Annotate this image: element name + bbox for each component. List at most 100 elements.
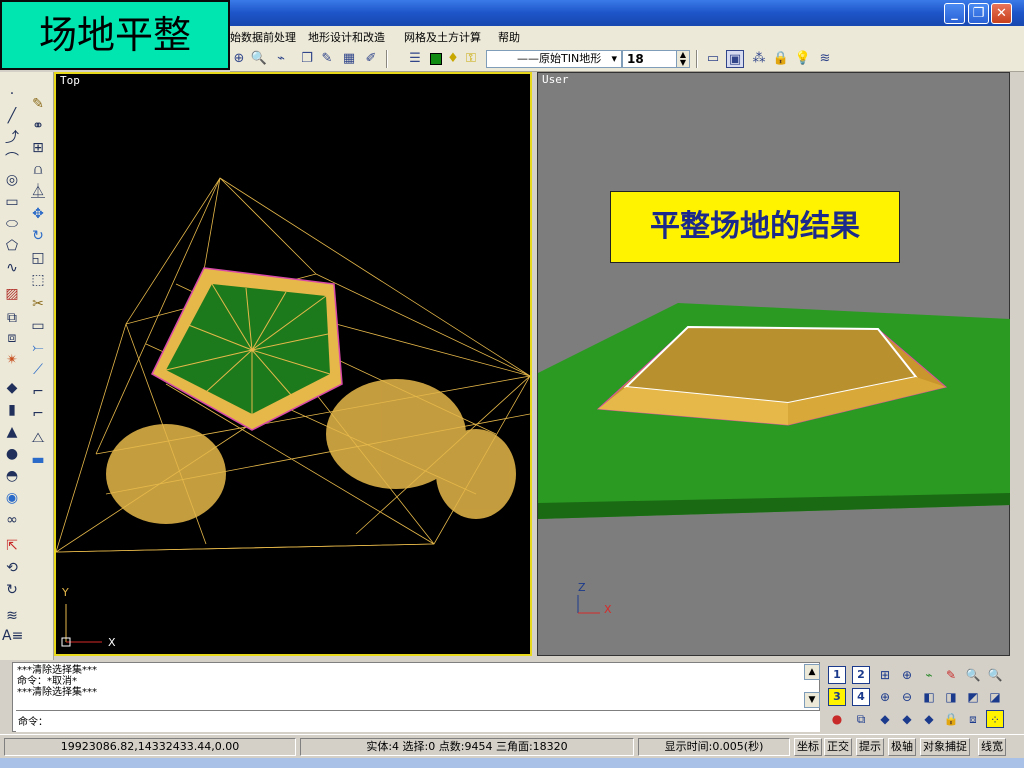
lock-icon[interactable]: 🔒 [772,50,790,68]
group-icon[interactable]: ⁂ [750,50,768,68]
polyline-icon[interactable]: ⤴ [2,128,22,148]
zoom-extents-icon[interactable]: 🔍 [964,666,982,684]
stretch-icon[interactable]: ⬚ [28,270,48,290]
cube-ne-icon[interactable]: ◆ [920,710,938,728]
arc-icon[interactable]: ⌒ [2,150,22,170]
spline-icon[interactable]: ∿ [2,258,22,278]
layer-icon[interactable]: ⧈ [964,710,982,728]
zoom-realtime-icon[interactable]: ⊕ [230,50,248,68]
command-input[interactable]: 命令： [16,710,820,732]
move-icon[interactable]: ✥ [28,204,48,224]
revolve-icon[interactable]: ⟲ [2,558,22,578]
insert-icon[interactable]: ⧈ [2,328,22,348]
toggle-ortho[interactable]: 正交 [824,738,852,756]
fillet-icon[interactable]: ⌐ [28,404,48,424]
scroll-up-button[interactable]: ▲ [804,664,820,680]
toggle-lineweight[interactable]: 线宽 [978,738,1006,756]
cube-sw-icon[interactable]: ◆ [876,710,894,728]
copy-icon[interactable]: ❐ [298,50,316,68]
mirror-icon[interactable]: ⏅ [28,182,48,202]
text-size-spinner[interactable]: ▲ ▼ [676,50,690,68]
cone-icon[interactable]: ▲ [2,422,22,442]
zoom-out-icon[interactable]: ⊖ [898,688,916,706]
copy-object-icon[interactable]: ⚭ [28,116,48,136]
orbit-icon[interactable]: ⌁ [272,50,290,68]
extrude-icon[interactable]: ⇱ [2,536,22,556]
join-icon[interactable]: ⟋ [28,360,48,380]
palette-icon[interactable]: ▦ [340,50,358,68]
trim-icon[interactable]: ✂ [28,294,48,314]
scroll-down-button[interactable]: ▼ [804,692,820,708]
layer-select[interactable]: ——原始TIN地形 ▾ [486,50,622,68]
view-iso-icon[interactable]: ◪ [986,688,1004,706]
toggle-polar[interactable]: 极轴 [888,738,916,756]
viewport-2-button[interactable]: 2 [852,666,870,684]
view-side-icon[interactable]: ◨ [942,688,960,706]
dome-icon[interactable]: ◓ [2,466,22,486]
orbit-icon[interactable]: ⌁ [920,666,938,684]
light-icon[interactable]: 💡 [794,50,812,68]
layer-panel-icon[interactable]: ≋ [2,606,22,626]
lock-icon[interactable]: 🔒 [942,710,960,728]
window-icon[interactable]: ⧉ [852,710,870,728]
toggle-coords[interactable]: 坐标 [794,738,822,756]
show-toolbar-icon[interactable]: ▣ [726,50,744,68]
line-icon[interactable]: ╱ [2,106,22,126]
erase-icon[interactable]: ✎ [942,666,960,684]
ellipse-icon[interactable]: ⬭ [2,214,22,234]
layer-color-swatch[interactable] [430,53,442,65]
circle-icon[interactable]: ◎ [2,170,22,190]
minimize-button[interactable]: _ [944,3,965,24]
rotate-icon[interactable]: ↻ [28,226,48,246]
cube-se-icon[interactable]: ◆ [898,710,916,728]
brush-icon[interactable]: ✐ [362,50,380,68]
block-icon[interactable]: ⧉ [2,308,22,328]
box-icon[interactable]: ◆ [2,378,22,398]
break-icon[interactable]: ▭ [28,316,48,336]
toggle-osnap[interactable]: 对象捕捉 [920,738,970,756]
view-back-icon[interactable]: ◩ [964,688,982,706]
viewport-user[interactable]: User Z X 平整场地的结果 [537,72,1010,656]
tile-icon[interactable]: ⊞ [876,666,894,684]
zoom-in-icon[interactable]: ⊕ [898,666,916,684]
torus-icon[interactable]: ◉ [2,488,22,508]
offset-icon[interactable]: ⩍ [28,160,48,180]
menu-item-grid-earthwork[interactable]: 网格及土方计算 [404,29,481,45]
sweep-icon[interactable]: ↻ [2,580,22,600]
menu-item-preprocess[interactable]: 始数据前处理 [230,29,296,45]
glasses-icon[interactable]: ∞ [2,510,22,530]
point-icon[interactable]: · [2,84,22,104]
chevron-down-icon[interactable]: ▾ [611,51,617,67]
view-front-icon[interactable]: ◧ [920,688,938,706]
layers-icon[interactable]: ☰ [406,50,424,68]
measure-icon[interactable]: ⧍ [28,428,48,448]
hatch-icon[interactable]: ▨ [2,284,22,304]
viewport-1-button[interactable]: 1 [828,666,846,684]
viewport-4-button[interactable]: 4 [852,688,870,706]
extend-icon[interactable]: ⤚ [28,338,48,358]
cylinder-icon[interactable]: ▮ [2,400,22,420]
zoom-window-icon[interactable]: 🔍 [250,50,268,68]
polygon-icon[interactable]: ⬠ [2,236,22,256]
viewport-top[interactable]: Top Y X [54,72,532,656]
text-size-select[interactable]: 18 [622,50,678,68]
maximize-button[interactable]: ❐ [968,3,989,24]
scale-icon[interactable]: ◱ [28,248,48,268]
close-button[interactable]: ✕ [991,3,1012,24]
properties-icon[interactable]: ▬ [28,450,48,470]
snap-grid-icon[interactable]: ⁘ [986,710,1004,728]
edit-icon[interactable]: ✎ [318,50,336,68]
zoom-window-icon[interactable]: 🔍 [986,666,1004,684]
text-icon[interactable]: A≡ [2,626,23,646]
menu-item-help[interactable]: 帮助 [498,29,520,45]
layer-manager-icon[interactable]: ▭ [704,50,722,68]
lightbulb-icon[interactable]: ♦ [444,50,462,68]
pencil-icon[interactable]: ✎ [28,94,48,114]
layer-stack-icon[interactable]: ≋ [816,50,834,68]
unlock-icon[interactable]: ⚿ [462,50,480,68]
viewport-3-button[interactable]: 3 [828,688,846,706]
explode-icon[interactable]: ✴ [2,350,22,370]
record-icon[interactable]: ● [828,710,846,728]
array-icon[interactable]: ⊞ [28,138,48,158]
chamfer-icon[interactable]: ⌐ [28,382,48,402]
